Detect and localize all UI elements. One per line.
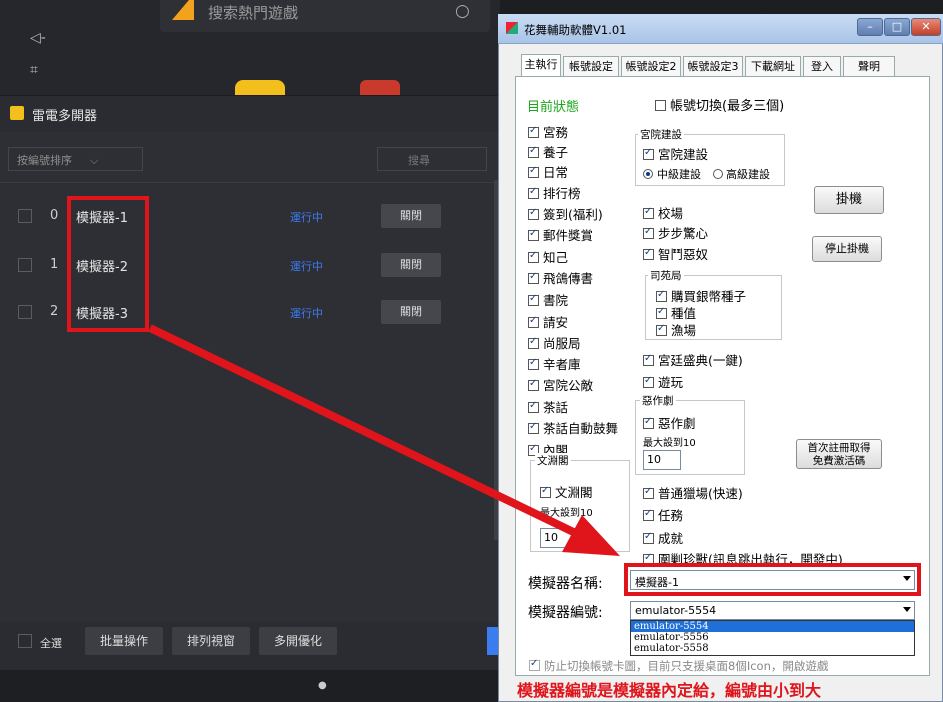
tab-main[interactable]: 主執行 [521, 54, 561, 76]
arrow-head [562, 515, 620, 556]
annotation-arrow [148, 324, 620, 556]
arrow-shaft [148, 324, 592, 544]
